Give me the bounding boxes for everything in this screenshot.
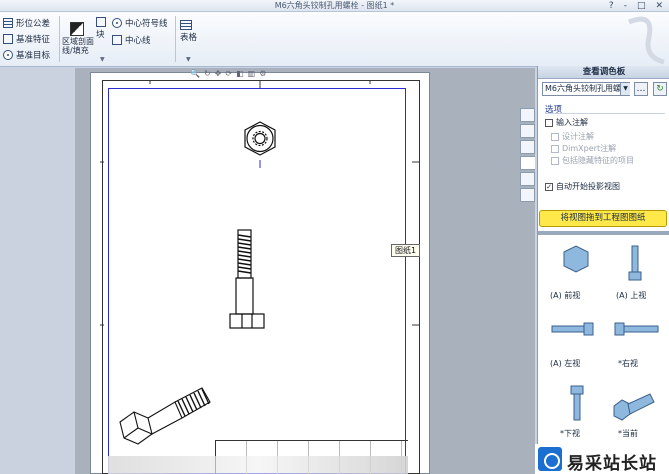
thumb-top: [628, 245, 642, 281]
library-tab-icon[interactable]: [520, 124, 535, 138]
centerline-mark-label: 中心符号线: [125, 19, 168, 29]
centerline-mark-button[interactable]: 中心符号线: [112, 17, 168, 29]
centerline-icon: [112, 35, 122, 45]
checkbox-box[interactable]: [551, 156, 559, 165]
input-annotations-checkbox[interactable]: 输入注解: [545, 117, 588, 128]
view-label-front[interactable]: (A) 前视: [550, 290, 580, 301]
design-annotations-checkbox[interactable]: 设计注解: [551, 131, 594, 142]
view-label-top[interactable]: (A) 上视: [616, 290, 646, 301]
datum-feature-icon: [3, 34, 13, 44]
block-button[interactable]: 块: [96, 17, 106, 40]
top-view: [244, 121, 276, 156]
checkbox-box[interactable]: ✓: [545, 182, 553, 191]
watermark-text: 易采站长站: [567, 454, 657, 474]
close-button[interactable]: ✕: [655, 0, 663, 12]
app-logo-icon: [628, 16, 665, 65]
checkbox-box[interactable]: [545, 118, 553, 127]
dimxpert-annotations-label: DimXpert注解: [562, 144, 617, 153]
block-label: 块: [96, 30, 105, 40]
title-block-blurred: [108, 456, 408, 474]
home-tab-icon[interactable]: [520, 108, 535, 122]
area-hatch-label: 区域剖面线/填充: [62, 37, 94, 55]
view-thumbnail-art: [551, 245, 659, 421]
checkbox-box[interactable]: [551, 132, 559, 141]
thumb-current: [613, 393, 655, 421]
datum-target-button[interactable]: 基准目标: [3, 49, 50, 61]
view-label-bottom[interactable]: *下视: [560, 428, 580, 439]
table-label: 表格: [180, 33, 198, 43]
window-title: M6六角头铰制孔用螺栓 - 图纸1 *: [274, 1, 395, 10]
datum-target-label: 基准目标: [16, 51, 51, 61]
help-button[interactable]: ?: [609, 0, 614, 12]
annotation-ribbon: 形位公差 基准特征 基准目标 区域剖面线/填充 块 ▼ 中心符号线 中心线 表格…: [0, 12, 669, 67]
pane-splitter[interactable]: [538, 231, 669, 235]
pane-title: 查看调色板: [538, 66, 669, 79]
isometric-view: [119, 387, 211, 445]
block-icon: [96, 17, 106, 27]
datum-feature-button[interactable]: 基准特征: [3, 33, 50, 45]
datum-feature-label: 基准特征: [16, 35, 51, 45]
input-annotations-label: 输入注解: [556, 118, 588, 127]
dimxpert-annotations-checkbox[interactable]: DimXpert注解: [551, 143, 616, 154]
thumb-right: [614, 322, 659, 336]
area-hatch-button[interactable]: 区域剖面线/填充: [62, 22, 96, 55]
front-view: [229, 229, 265, 329]
table-icon: [180, 20, 192, 30]
checkbox-box[interactable]: [551, 144, 559, 153]
auto-projected-checkbox[interactable]: ✓ 自动开始投影视图: [545, 181, 620, 192]
drag-views-banner[interactable]: 将视图拖到工程图图纸: [539, 210, 667, 227]
centerline-button[interactable]: 中心线: [112, 34, 151, 46]
thumb-bottom: [570, 385, 584, 421]
form-tolerance-icon: [3, 18, 13, 28]
sheet-tooltip: 图纸1: [391, 244, 421, 257]
datum-target-icon: [3, 50, 13, 60]
hidden-features-checkbox[interactable]: 包括隐藏特征的项目: [551, 155, 634, 166]
appearance-tab-icon[interactable]: [520, 172, 535, 186]
chevron-down-icon[interactable]: ▼: [620, 83, 630, 95]
task-pane-tabs: [520, 108, 537, 208]
model-select[interactable]: M6六角头铰制孔用螺: [542, 82, 630, 96]
drawing-content: [100, 80, 420, 445]
folder-tab-icon[interactable]: [520, 140, 535, 154]
table-button[interactable]: 表格: [180, 20, 197, 43]
hatch-icon: [70, 22, 84, 36]
window-controls: ? - □ ✕: [609, 0, 663, 12]
watermark-logo-icon: [538, 447, 562, 471]
hidden-features-label: 包括隐藏特征的项目: [562, 156, 634, 165]
sheet-zone-marks: [100, 80, 420, 326]
view-label-left[interactable]: (A) 左视: [550, 358, 580, 369]
view-palette-tab-icon[interactable]: [520, 156, 535, 170]
ribbon-separator: [59, 16, 60, 62]
options-divider: [545, 113, 665, 114]
custom-props-tab-icon[interactable]: [520, 188, 535, 202]
centerline-label: 中心线: [125, 36, 151, 46]
browse-button[interactable]: …: [634, 82, 648, 96]
form-tolerance-button[interactable]: 形位公差: [3, 17, 50, 29]
form-tolerance-label: 形位公差: [16, 19, 51, 29]
centerline-mark-icon: [112, 18, 122, 28]
thumb-left: [551, 322, 594, 336]
view-label-right[interactable]: *右视: [618, 358, 638, 369]
title-bar: M6六角头铰制孔用螺栓 - 图纸1 * ? - □ ✕: [0, 0, 669, 12]
watermark: 易采站长站: [535, 444, 669, 474]
block-dropdown-icon[interactable]: ▼: [100, 56, 105, 63]
ribbon-separator: [175, 16, 176, 62]
thumb-front: [563, 245, 589, 273]
view-label-current[interactable]: *当前: [618, 428, 638, 439]
auto-projected-label: 自动开始投影视图: [556, 182, 620, 191]
left-margin: [0, 68, 75, 474]
minimize-button[interactable]: -: [624, 0, 627, 12]
refresh-icon[interactable]: ↻: [653, 82, 667, 96]
table-dropdown-icon[interactable]: ▼: [186, 56, 191, 63]
maximize-button[interactable]: □: [637, 0, 646, 12]
view-thumbnails: (A) 前视 (A) 上视 (A) 左视 *右视 *下视 *当前: [538, 236, 669, 474]
design-annotations-label: 设计注解: [562, 132, 594, 141]
